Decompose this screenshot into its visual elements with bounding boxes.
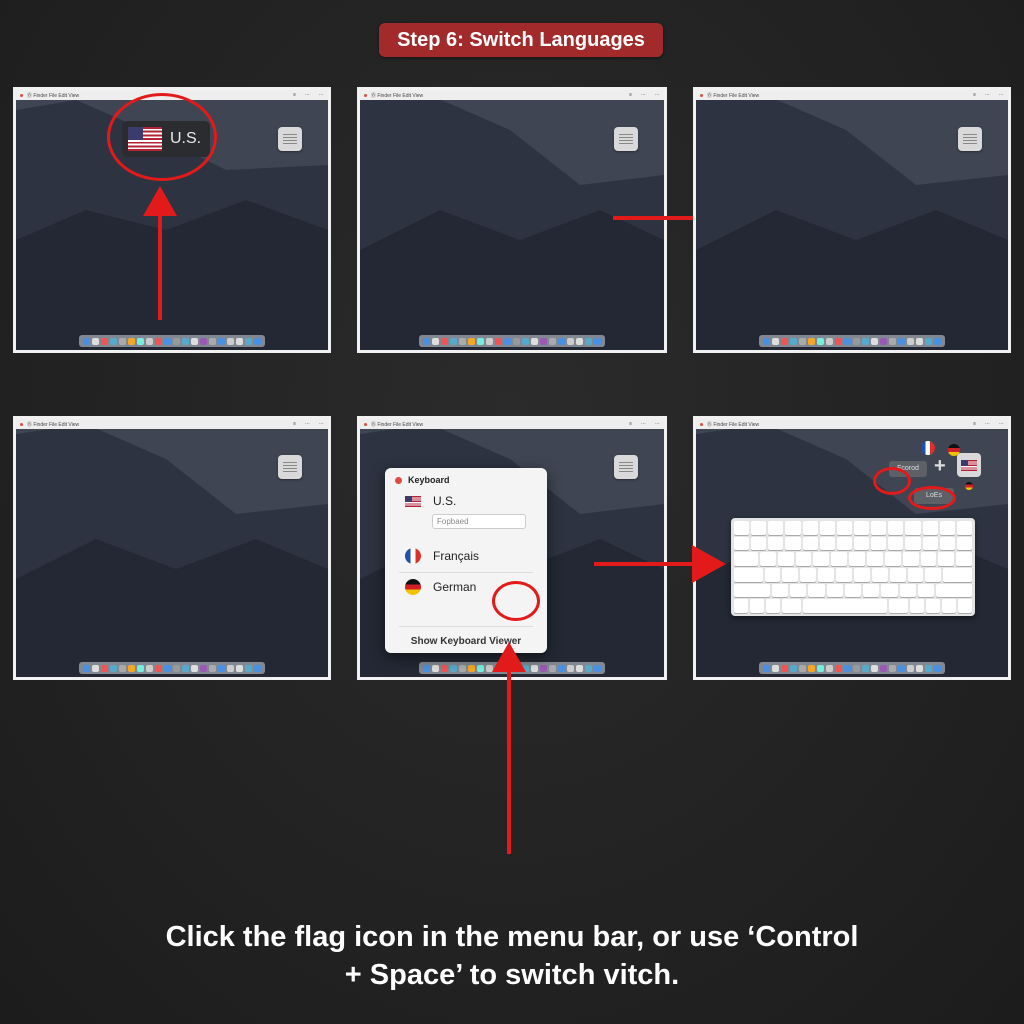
widget-icon[interactable] — [614, 455, 638, 479]
menu-bar[interactable]: Ⓑ Finder File Edit View ≡ ⋯ ⋯ — [360, 90, 664, 100]
step-title: Step 6: Switch Languages — [379, 23, 663, 57]
instruction-caption: Click the flag icon in the menu bar, or … — [100, 918, 924, 994]
dock[interactable] — [759, 335, 945, 347]
divider — [399, 572, 533, 573]
germany-flag-icon — [965, 482, 973, 490]
plus-sign: + — [934, 455, 946, 477]
close-dot-icon[interactable] — [395, 476, 402, 484]
screenshot-panel-3: Ⓑ Finder File Edit View ≡ ⋯ ⋯ — [693, 87, 1011, 353]
highlight-ring — [492, 581, 540, 621]
highlight-ring — [908, 486, 956, 510]
dock[interactable] — [759, 662, 945, 674]
france-flag-icon — [921, 441, 935, 455]
divider — [399, 626, 533, 627]
menu-bar[interactable]: Ⓑ Finder File Edit View ≡ ⋯ ⋯ — [360, 419, 664, 429]
keyboard-viewer[interactable] — [731, 518, 975, 616]
screenshot-panel-2: Ⓑ Finder File Edit View ≡ ⋯ ⋯ — [357, 87, 667, 353]
caption-line-2: + Space’ to switch vitch. — [344, 959, 680, 991]
france-flag-icon — [405, 548, 421, 564]
menu-item-us[interactable]: U.S. — [405, 494, 456, 508]
arrow-right — [594, 562, 694, 566]
highlight-ring — [107, 93, 217, 181]
menu-item-francais[interactable]: Français — [405, 548, 479, 564]
menu-item-german[interactable]: German — [405, 579, 476, 595]
us-flag-button[interactable] — [957, 453, 981, 477]
menu-bar[interactable]: Ⓑ Finder File Edit View ≡ ⋯ ⋯ — [696, 90, 1008, 100]
arrow-up-head — [143, 186, 177, 216]
arrow-right-head — [692, 545, 726, 583]
menu-bar[interactable]: Ⓑ Finder File Edit View ≡ ⋯ ⋯ — [16, 419, 328, 429]
caption-line-1: Click the flag icon in the menu bar, or … — [165, 921, 859, 953]
us-flag-icon — [961, 459, 977, 471]
dock[interactable] — [419, 335, 605, 347]
widget-icon[interactable] — [278, 455, 302, 479]
arrow-right — [613, 216, 693, 220]
widget-icon[interactable] — [958, 127, 982, 151]
arrow-up-head — [492, 642, 526, 672]
arrow-up — [507, 668, 511, 854]
dock[interactable] — [79, 662, 265, 674]
widget-icon[interactable] — [278, 127, 302, 151]
dock[interactable] — [79, 335, 265, 347]
arrow-up — [158, 212, 162, 320]
menu-header: Keyboard — [395, 475, 450, 485]
us-flag-icon — [405, 495, 421, 507]
germany-flag-icon — [405, 579, 421, 595]
screenshot-panel-4: Ⓑ Finder File Edit View ≡ ⋯ ⋯ — [13, 416, 331, 680]
menu-bar[interactable]: Ⓑ Finder File Edit View ≡ ⋯ ⋯ — [696, 419, 1008, 429]
input-source-menu[interactable]: Keyboard U.S. Fopbaed Français German Sh… — [385, 468, 547, 653]
highlight-ring — [873, 467, 911, 495]
widget-icon[interactable] — [614, 127, 638, 151]
keyboard-field[interactable]: Fopbaed — [432, 514, 526, 529]
